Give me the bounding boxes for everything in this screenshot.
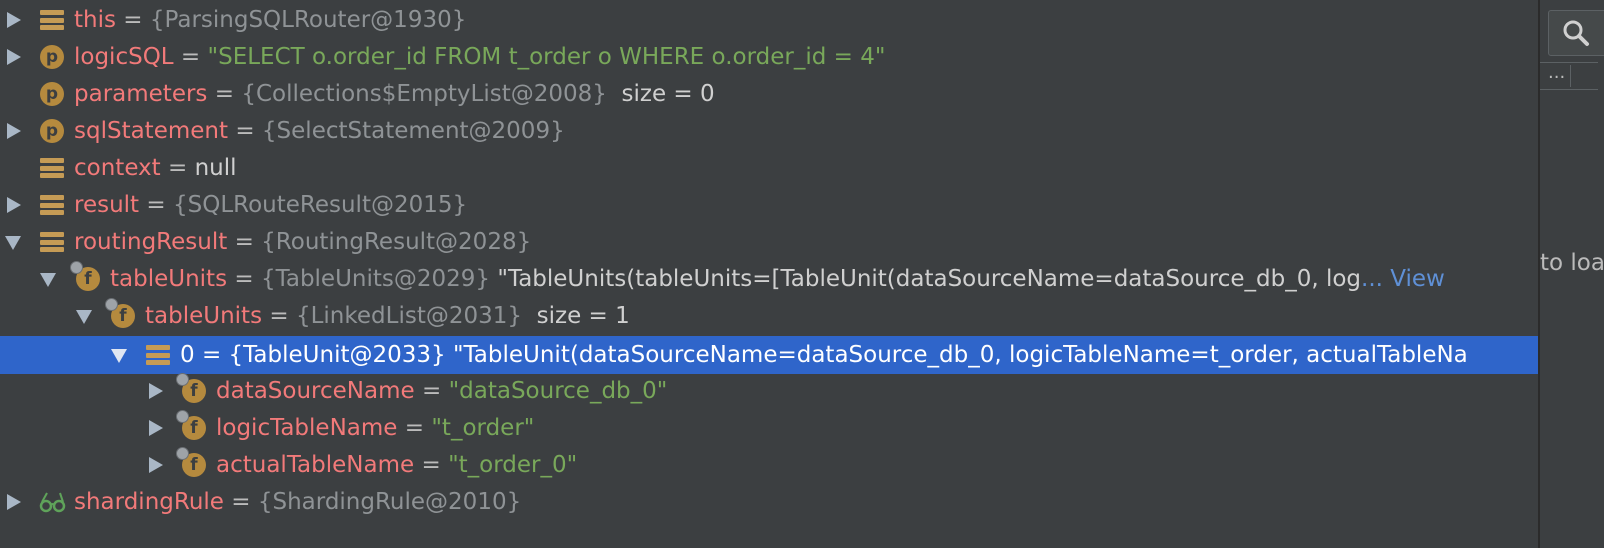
expand-arrow-icon[interactable] [149,383,163,399]
field-list-icon [40,8,64,32]
field-icon: f [105,298,135,328]
tree-row-tableunit-0[interactable]: 0 = {TableUnit@2033} "TableUnit(dataSour… [0,336,1538,374]
var-ref: {TableUnits@2029} [260,266,491,292]
tree-row-shardingrule[interactable]: shardingRule = {ShardingRule@2010} [0,483,1538,521]
search-button[interactable] [1548,10,1604,56]
right-side-panel: ... to loa [1538,0,1604,548]
field-list-icon [40,193,64,217]
var-string-value: "dataSource_db_0" [448,378,668,404]
search-icon [1563,20,1589,46]
var-name: parameters [74,81,208,107]
var-ref: {RoutingResult@2028} [261,229,532,255]
var-string-value: "t_order" [431,415,535,441]
tree-row-logicsql[interactable]: p logicSQL = "SELECT o.order_id FROM t_o… [0,38,1538,76]
final-lock-icon [105,298,118,311]
tree-row-routingresult[interactable]: routingResult = {RoutingResult@2028} [0,223,1538,261]
var-name: logicSQL [74,44,174,70]
ellipsis-label: ... [1548,62,1566,83]
var-name: 0 [180,342,195,368]
final-lock-icon [176,447,189,460]
var-name: this [74,7,116,33]
field-icon: f [176,447,206,477]
var-name: tableUnits [145,303,263,329]
var-size: size = 1 [522,303,630,329]
var-ref: {LinkedList@2031} [295,303,523,329]
var-ref: {Collections$EmptyList@2008} [241,81,607,107]
collapse-arrow-icon[interactable] [5,236,21,250]
collapse-arrow-icon[interactable] [111,349,127,363]
var-tostring: "TableUnits(tableUnits=[TableUnit(dataSo… [490,266,1362,292]
final-lock-icon [176,410,189,423]
truncated-hint-text: to loa [1540,250,1604,276]
expand-arrow-icon[interactable] [7,49,21,65]
var-ref: {TableUnit@2033} [228,342,446,368]
var-string-value: "SELECT o.order_id FROM t_order o WHERE … [207,44,886,70]
tree-row-datasourcename[interactable]: f dataSourceName = "dataSource_db_0" [0,372,1538,410]
tree-row-parameters[interactable]: p parameters = {Collections$EmptyList@20… [0,75,1538,113]
field-icon: f [70,261,100,291]
final-lock-icon [176,373,189,386]
field-list-icon [40,156,64,180]
expand-arrow-icon[interactable] [149,420,163,436]
collapse-arrow-icon[interactable] [76,310,92,324]
tree-row-context[interactable]: context = null [0,149,1538,187]
var-name: tableUnits [110,266,228,292]
divider [1570,65,1571,87]
parameter-icon: p [40,45,64,69]
tree-row-result[interactable]: result = {SQLRouteResult@2015} [0,186,1538,224]
field-icon: f [176,410,206,440]
field-list-icon [40,230,64,254]
var-name: routingResult [74,229,228,255]
expand-arrow-icon[interactable] [149,457,163,473]
var-string-value: "t_order_0" [448,452,578,478]
var-ref: {SelectStatement@2009} [261,118,565,144]
variables-tree: this = {ParsingSQLRouter@1930} p logicSQ… [0,0,1538,548]
var-name: actualTableName [216,452,415,478]
expand-arrow-icon[interactable] [7,494,21,510]
var-null-value: null [194,155,237,181]
tree-row-tableunits-list[interactable]: f tableUnits = {LinkedList@2031} size = … [0,297,1538,335]
var-tostring: "TableUnit(dataSourceName=dataSource_db_… [445,342,1468,368]
collapse-arrow-icon[interactable] [40,273,56,287]
var-name: context [74,155,161,181]
watch-glasses-icon [38,490,66,514]
var-name: shardingRule [74,489,224,515]
field-icon: f [176,373,206,403]
expand-arrow-icon[interactable] [7,197,21,213]
expand-arrow-icon[interactable] [7,12,21,28]
var-name: dataSourceName [216,378,415,404]
var-ref: {ParsingSQLRouter@1930} [149,7,467,33]
tree-row-logictablename[interactable]: f logicTableName = "t_order" [0,409,1538,447]
tree-row-tableunits[interactable]: f tableUnits = {TableUnits@2029} "TableU… [0,260,1538,298]
view-link[interactable]: ... View [1361,266,1445,292]
var-ref: {ShardingRule@2010} [257,489,522,515]
parameter-icon: p [40,119,64,143]
final-lock-icon [70,261,83,274]
var-name: sqlStatement [74,118,229,144]
var-ref: {SQLRouteResult@2015} [172,192,468,218]
more-options-button[interactable]: ... [1540,62,1598,90]
var-name: result [74,192,140,218]
field-list-icon [146,343,170,367]
tree-row-sqlstatement[interactable]: p sqlStatement = {SelectStatement@2009} [0,112,1538,150]
tree-row-actualtablename[interactable]: f actualTableName = "t_order_0" [0,446,1538,484]
expand-arrow-icon[interactable] [7,123,21,139]
parameter-icon: p [40,82,64,106]
tree-row-this[interactable]: this = {ParsingSQLRouter@1930} [0,1,1538,39]
var-size: size = 0 [606,81,715,107]
var-name: logicTableName [216,415,398,441]
